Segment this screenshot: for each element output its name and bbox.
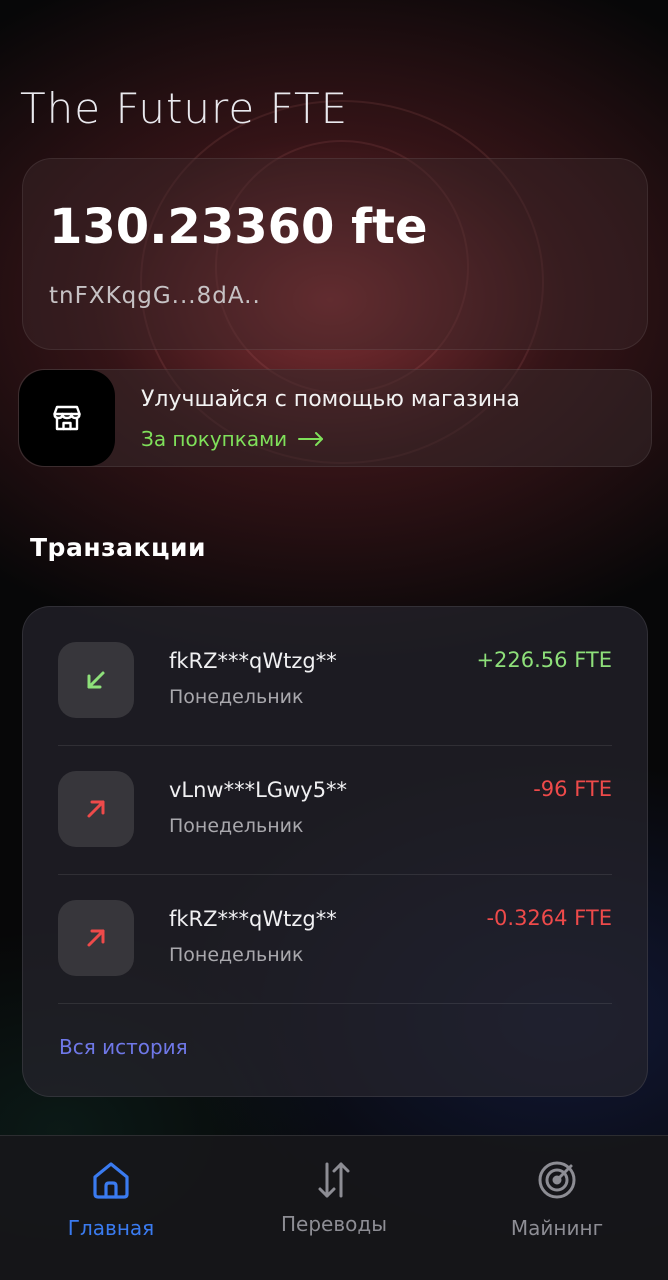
transaction-row[interactable]: vLnw***LGwy5** Понедельник -96 FTE bbox=[23, 736, 649, 865]
arrow-right-icon bbox=[298, 432, 324, 446]
shop-link[interactable]: За покупками bbox=[141, 427, 325, 451]
bottom-nav: Главная Переводы Майнинг bbox=[0, 1135, 668, 1280]
arrow-down-left-icon bbox=[87, 671, 105, 689]
nav-label-mining: Майнинг bbox=[510, 1216, 604, 1240]
arrow-up-right-icon bbox=[87, 800, 105, 818]
nav-item-home[interactable]: Главная bbox=[0, 1136, 222, 1280]
app-screen: The Future FTE 130.23360 fte tnFXKqgG...… bbox=[0, 0, 668, 1280]
transaction-amount: -96 FTE bbox=[533, 777, 612, 801]
app-title: The Future FTE bbox=[20, 84, 349, 133]
transaction-date: Понедельник bbox=[169, 686, 304, 708]
shop-banner[interactable]: Улучшайся с помощью магазина За покупкам… bbox=[18, 369, 652, 467]
transaction-date: Понедельник bbox=[169, 944, 304, 966]
transaction-icon-box bbox=[58, 642, 134, 718]
transaction-row[interactable]: fkRZ***qWtzg** Понедельник +226.56 FTE bbox=[23, 607, 649, 736]
transaction-date: Понедельник bbox=[169, 815, 304, 837]
transaction-icon-box bbox=[58, 900, 134, 976]
transaction-counterparty: fkRZ***qWtzg** bbox=[169, 649, 337, 673]
transfer-arrows-icon bbox=[318, 1162, 350, 1198]
nav-label-transfers: Переводы bbox=[281, 1212, 387, 1236]
shop-link-label: За покупками bbox=[141, 427, 288, 451]
arrow-up-right-icon bbox=[87, 929, 105, 947]
all-history-link[interactable]: Вся история bbox=[59, 1035, 188, 1059]
transactions-card: fkRZ***qWtzg** Понедельник +226.56 FTE v… bbox=[22, 606, 648, 1097]
shop-icon-box bbox=[19, 370, 115, 466]
balance-amount: 130.23360 fte bbox=[49, 199, 428, 255]
transaction-icon-box bbox=[58, 771, 134, 847]
transaction-amount: +226.56 FTE bbox=[476, 648, 612, 672]
transactions-title: Транзакции bbox=[30, 533, 207, 562]
home-icon bbox=[93, 1162, 129, 1199]
radar-icon bbox=[538, 1161, 576, 1199]
divider bbox=[58, 1003, 612, 1004]
store-icon bbox=[53, 405, 81, 431]
nav-item-mining[interactable]: Майнинг bbox=[446, 1136, 668, 1280]
nav-label-home: Главная bbox=[67, 1216, 155, 1240]
wallet-address[interactable]: tnFXKqgG...8dA.. bbox=[49, 283, 261, 309]
nav-item-transfers[interactable]: Переводы bbox=[223, 1136, 445, 1280]
transaction-counterparty: vLnw***LGwy5** bbox=[169, 778, 348, 802]
shop-banner-title: Улучшайся с помощью магазина bbox=[141, 387, 520, 412]
transaction-row[interactable]: fkRZ***qWtzg** Понедельник -0.3264 FTE bbox=[23, 865, 649, 994]
balance-card[interactable]: 130.23360 fte tnFXKqgG...8dA.. bbox=[22, 158, 648, 350]
transaction-amount: -0.3264 FTE bbox=[486, 906, 612, 930]
transaction-counterparty: fkRZ***qWtzg** bbox=[169, 907, 337, 931]
